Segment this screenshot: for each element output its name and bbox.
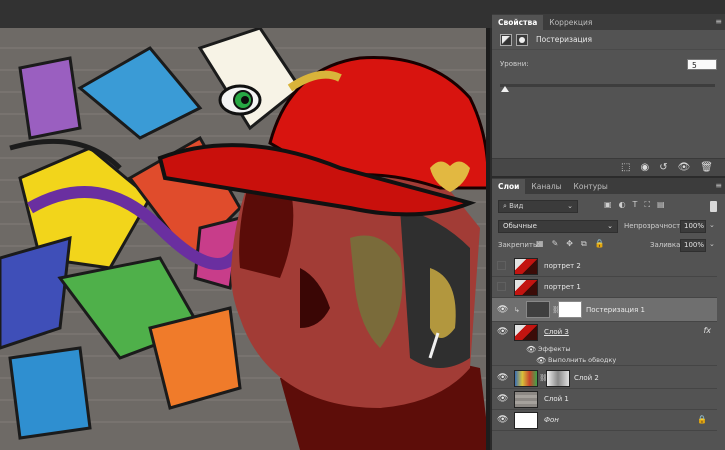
opacity-label: Непрозрачность: [624,222,687,230]
graffiti-eye [218,84,262,116]
layer-thumbnail [514,412,538,429]
tab-paths[interactable]: Контуры [568,179,614,194]
lock-position-icon[interactable]: ✥ [566,239,573,249]
eye-icon[interactable]: 👁 [536,355,546,366]
layers-tabbar: Слои Каналы Контуры ≡ [492,178,725,194]
layer-row[interactable]: портрет 1 [492,277,717,298]
tab-layers[interactable]: Слои [492,179,526,194]
eye-icon[interactable]: 👁 [497,415,508,425]
chevron-down-icon[interactable]: ⌄ [709,221,715,229]
layer-name: портрет 2 [544,262,581,270]
document-canvas[interactable] [0,28,490,450]
layer-thumbnail [514,324,538,341]
effects-row[interactable]: 👁 Эффекты [492,344,717,355]
layer-name: Слой 2 [574,374,599,382]
layer-row-selected[interactable]: 👁 ↳ ⛓ Постеризация 1 [492,298,717,322]
lock-pixels-icon[interactable]: ✎ [552,239,559,249]
filter-kind-select[interactable]: ⌕ Вид ⌄ [498,200,578,213]
fx-icon[interactable]: fx [703,326,711,335]
levels-slider[interactable] [500,84,715,92]
layer-name: Слой 1 [544,395,569,403]
stroke-effect-label: Выполнить обводку [548,356,617,364]
adjustment-thumbnail [526,301,550,318]
visibility-toggle[interactable] [497,282,506,291]
opacity-input[interactable]: 100% [680,220,706,233]
properties-footer: ⬚ ◉ ↺ 👁 🗑 [492,158,725,176]
layer-name: Постеризация 1 [586,306,645,314]
lock-all-icon[interactable]: 🔒 [595,239,605,249]
visibility-toggle[interactable] [497,261,506,270]
eye-icon[interactable]: 👁 [526,344,536,355]
levels-label: Уровни: [500,60,529,68]
properties-header: Постеризация [492,30,725,50]
stroke-effect-row[interactable]: 👁 Выполнить обводку [492,355,717,366]
panel-menu-icon[interactable]: ≡ [715,17,722,26]
mask-icon[interactable] [516,33,528,46]
lock-artboard-icon[interactable]: ⧉ [581,239,587,249]
mask-thumbnail [546,370,570,387]
layers-panel: Слои Каналы Контуры ≡ ⌕ Вид ⌄ ▣ ◐ T ⛶ ▤ … [492,178,725,450]
properties-tabbar: Свойства Коррекция ≡ [492,14,725,30]
clip-arrow-icon: ↳ [514,306,520,314]
smart-object-filter-icon[interactable]: ▤ [657,200,665,210]
levels-input[interactable]: 5 [687,59,717,70]
tab-properties[interactable]: Свойства [492,15,544,30]
layer-name: портрет 1 [544,283,581,291]
tab-channels[interactable]: Каналы [525,179,567,194]
effects-label: Эффекты [538,345,571,353]
layer-row[interactable]: 👁 Фон 🔒 [492,410,717,431]
adjustment-layer-icon[interactable] [500,33,512,46]
layer-row[interactable]: 👁 Слой 3 fx [492,322,717,344]
layer-name: Слой 3 [544,328,569,336]
layer-row[interactable]: портрет 2 [492,256,717,277]
lock-transparency-icon[interactable]: ▦ [536,239,544,249]
adjustment-filter-icon[interactable]: ◐ [619,200,626,210]
layer-list: портрет 2 портрет 1 👁 ↳ ⛓ Постеризация 1… [492,256,717,450]
adjustment-title: Постеризация [536,35,593,44]
filter-toggle[interactable] [710,201,717,212]
eye-icon[interactable]: 👁 [497,394,508,404]
clip-to-layer-icon[interactable]: ⬚ [621,162,630,173]
layer-thumbnail [514,370,538,387]
layer-thumbnail [514,258,538,275]
shape-filter-icon[interactable]: ⛶ [644,200,650,210]
filter-row: ⌕ Вид ⌄ ▣ ◐ T ⛶ ▤ [492,200,725,214]
chevron-down-icon: ⌄ [607,222,613,230]
view-previous-icon[interactable]: ◉ [640,162,649,173]
blend-row: Обычные ⌄ Непрозрачность: 100% ⌄ [492,220,725,234]
filter-kind-value: Вид [509,202,524,210]
eye-icon[interactable]: 👁 [497,305,508,315]
eye-icon[interactable]: 👁 [497,373,508,383]
eye-icon[interactable]: 👁 [497,327,508,337]
layer-row[interactable]: 👁 Слой 1 [492,389,717,410]
tab-adjustments[interactable]: Коррекция [543,15,598,30]
lock-row: Закрепить: ▦ ✎ ✥ ⧉ 🔒 Заливка: 100% ⌄ [492,239,725,253]
type-filter-icon[interactable]: T [633,200,638,210]
mask-thumbnail [558,301,582,318]
layer-row[interactable]: 👁 ⛓ Слой 2 [492,368,717,389]
blend-mode-value: Обычные [503,222,537,230]
lock-icon: 🔒 [697,415,707,424]
trash-icon[interactable]: 🗑 [700,162,713,173]
chevron-down-icon: ⌄ [567,202,573,210]
layer-name: Фон [544,416,559,424]
posterized-artwork [0,28,489,450]
levels-row: Уровни: 5 [498,59,717,72]
panel-menu-icon[interactable]: ≡ [715,181,722,190]
reset-icon[interactable]: ↺ [659,162,667,173]
properties-panel: Свойства Коррекция ≡ Постеризация Уровни… [492,14,725,176]
lock-icons: ▦ ✎ ✥ ⧉ 🔒 [536,239,605,249]
blend-mode-select[interactable]: Обычные ⌄ [498,220,618,233]
layer-thumbnail [514,391,538,408]
pixel-filter-icon[interactable]: ▣ [604,200,612,210]
chevron-down-icon[interactable]: ⌄ [709,240,715,248]
layer-thumbnail [514,279,538,296]
fill-label: Заливка: [650,241,683,249]
fill-input[interactable]: 100% [680,239,706,252]
levels-slider-thumb[interactable] [501,86,509,92]
filter-icons: ▣ ◐ T ⛶ ▤ [604,200,665,210]
visibility-icon[interactable]: 👁 [678,162,691,173]
lock-label: Закрепить: [498,241,540,249]
